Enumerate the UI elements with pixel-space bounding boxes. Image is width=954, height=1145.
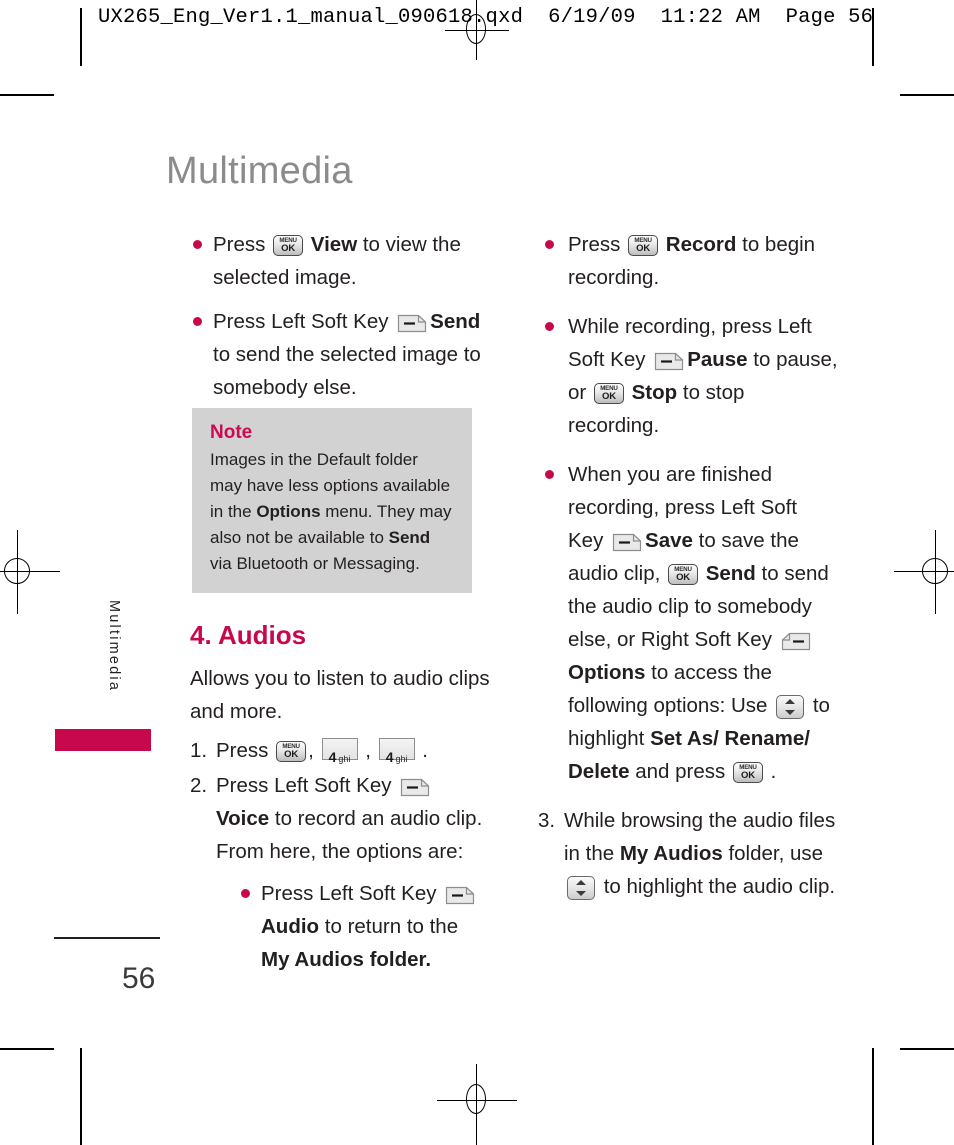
trim-line-right-bottom [872, 1048, 874, 1145]
body-text: Press Left Soft Key [213, 310, 395, 333]
menu-ok-key-line2: OK [676, 572, 690, 583]
left-soft-key-icon [445, 886, 475, 905]
manual-page: UX265_Eng_Ver1.1_manual_090618.qxd 6/19/… [0, 0, 954, 1145]
file-slug-line: UX265_Eng_Ver1.1_manual_090618.qxd 6/19/… [98, 6, 874, 29]
emphasis-text: Options [256, 502, 321, 521]
page-number: 56 [122, 962, 156, 995]
section-heading: 4. Audios [190, 620, 307, 650]
bullet-item: While recording, press Left Soft Key Pau… [538, 310, 838, 442]
crop-mark-top-left [0, 94, 54, 96]
page-title: Multimedia [166, 150, 353, 192]
nav-down-arrow-icon [576, 891, 586, 896]
step-number: 3. [538, 809, 556, 832]
body-text: . [764, 760, 777, 783]
keypad-digit: 4 [328, 749, 337, 765]
left-soft-key-icon [397, 314, 427, 333]
menu-ok-key-line2: OK [284, 749, 299, 760]
emphasis-text: Send [388, 528, 431, 547]
keypad-letters: ghi [395, 754, 408, 764]
body-text: . [416, 739, 429, 762]
trim-line-left-bottom [80, 1048, 82, 1145]
left-soft-key-icon [654, 352, 684, 371]
keypad-4-ghi-icon: 4 ghi [321, 738, 358, 765]
body-text: , [359, 739, 377, 762]
note-body: Images in the Default folder may have le… [210, 447, 454, 577]
keypad-letters: ghi [338, 754, 351, 764]
left-column: Press MENU OK View to view the selected i… [190, 228, 486, 415]
body-text: folder, use [722, 842, 824, 865]
registration-mark-bottom-center [437, 1064, 517, 1145]
menu-ok-key-line2: OK [741, 770, 755, 781]
body-text: Press [568, 233, 627, 256]
nav-up-arrow-icon [576, 880, 586, 885]
emphasis-text: View [305, 233, 358, 256]
menu-ok-key-line2: OK [636, 243, 651, 254]
menu-ok-key-icon: MENU OK [593, 383, 624, 404]
menu-ok-key-icon: MENU OK [273, 235, 304, 256]
menu-ok-key-line2: OK [602, 391, 616, 402]
bullet-item: When you are finished recording, press L… [538, 458, 838, 788]
page-number-rule [54, 937, 160, 939]
right-column: Press MENU OK Record to begin recording. W… [538, 228, 838, 905]
note-box: Note Images in the Default folder may ha… [192, 408, 472, 593]
step-number: 1. [190, 739, 208, 762]
body-text: and press [629, 760, 731, 783]
bullet-item: Press MENU OK Record to begin recording. [538, 228, 838, 294]
body-text: to send the selected image to somebody e… [213, 343, 481, 399]
body-text: to highlight the audio clip. [598, 875, 836, 898]
numbered-step: 1. Press MENU OK, 4 ghi , 4 ghi . [190, 734, 490, 767]
registration-mark-right [894, 530, 954, 614]
body-text: to return to the [319, 915, 459, 938]
side-tab-marker [55, 729, 151, 751]
registration-mark-left [0, 530, 60, 614]
keypad-4-ghi-icon: 4 ghi [378, 738, 415, 765]
crop-mark-top-right [900, 94, 954, 96]
numbered-step: 2. Press Left Soft Key Voice to record an… [190, 769, 490, 976]
emphasis-text: Pause [687, 348, 748, 371]
emphasis-text: Record [660, 233, 737, 256]
body-text: , [308, 739, 320, 762]
sub-bullet-item: Press Left Soft Key Audio to return to t… [238, 877, 490, 976]
body-text: Press [213, 233, 272, 256]
menu-ok-key-line2: OK [281, 243, 296, 254]
body-text: Press Left Soft Key [216, 774, 398, 797]
emphasis-text: My Audios folder. [261, 948, 432, 971]
side-tab-label: Multimedia [106, 600, 122, 693]
sub-bullet-list: Press Left Soft Key Audio to return to t… [216, 877, 490, 976]
emphasis-text: Save [645, 529, 693, 552]
emphasis-text: Send [700, 562, 756, 585]
body-text: via Bluetooth or Messaging. [210, 554, 420, 573]
emphasis-text: Audio [261, 915, 320, 938]
trim-line-left [80, 8, 82, 66]
body-text: Press [216, 739, 275, 762]
emphasis-text: My Audios [619, 842, 723, 865]
nav-up-arrow-icon [785, 699, 796, 704]
section-intro: Allows you to listen to audio clips and … [190, 667, 490, 723]
bullet-item: Press MENU OK View to view the selected i… [190, 228, 486, 294]
emphasis-text: Options [568, 661, 646, 684]
left-soft-key-icon [400, 778, 430, 797]
bullet-item: Press Left Soft Key Send to send the sel… [190, 305, 486, 404]
emphasis-text: Voice [216, 807, 270, 830]
emphasis-text: Send [430, 310, 481, 333]
crop-mark-bottom-right [900, 1048, 954, 1050]
nav-down-arrow-icon [785, 710, 796, 715]
step-number: 2. [190, 774, 208, 797]
numbered-step: 3. While browsing the audio files in the … [538, 804, 838, 903]
menu-ok-key-icon: MENU OK [732, 762, 763, 783]
menu-ok-key-icon: MENU OK [276, 741, 307, 762]
body-text: Press Left Soft Key [261, 882, 443, 905]
up-down-nav-key-icon [567, 876, 595, 900]
crop-mark-bottom-left [0, 1048, 54, 1050]
menu-ok-key-icon: MENU OK [628, 235, 659, 256]
section-body: Allows you to listen to audio clips and … [190, 662, 490, 987]
menu-ok-key-icon: MENU OK [668, 564, 699, 585]
left-soft-key-icon [612, 533, 642, 552]
note-title: Note [210, 422, 253, 443]
right-soft-key-icon [781, 632, 811, 651]
up-down-nav-key-icon [776, 695, 805, 719]
emphasis-text: Stop [625, 381, 678, 404]
keypad-digit: 4 [385, 749, 394, 765]
